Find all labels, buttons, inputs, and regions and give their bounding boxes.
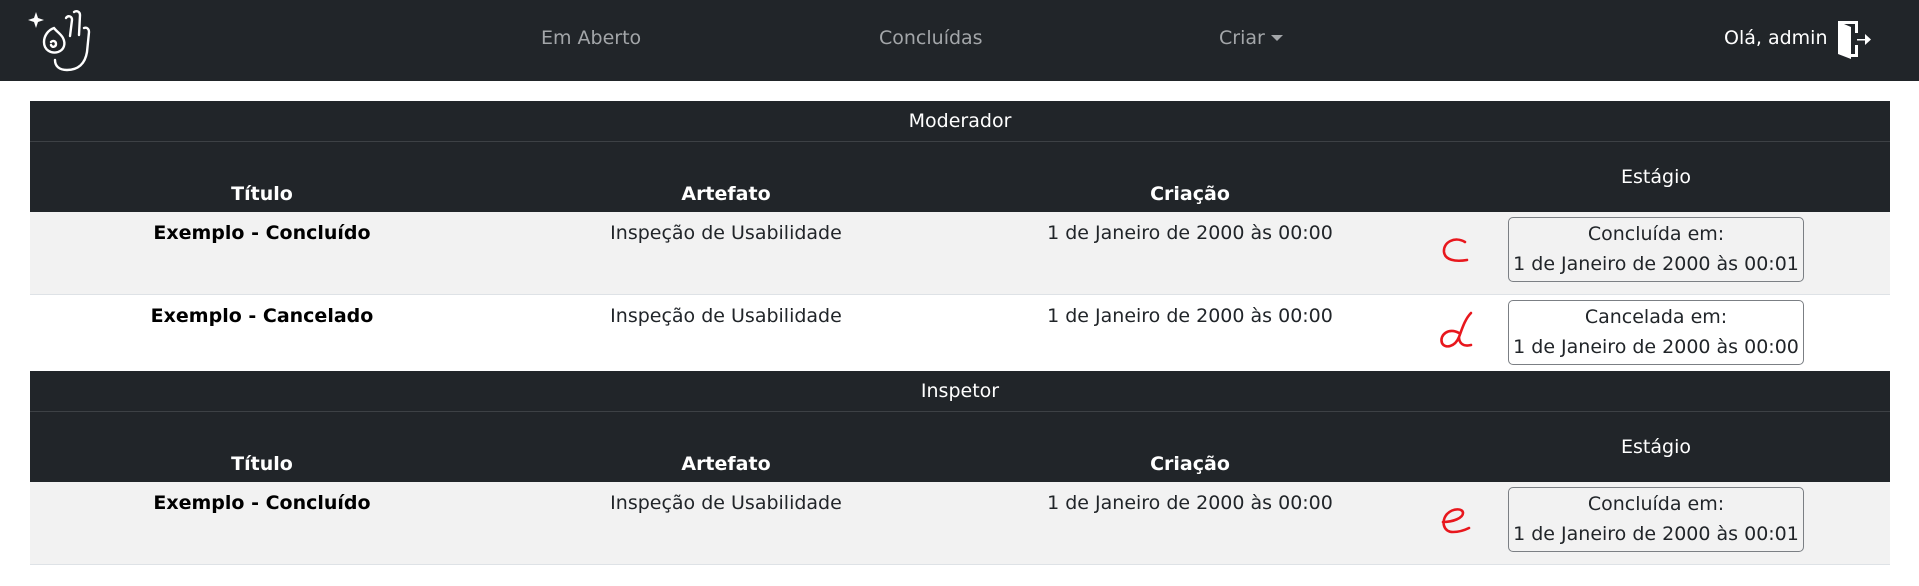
stage-badge: Concluída em: 1 de Janeiro de 2000 às 00… bbox=[1508, 217, 1804, 282]
row-created: 1 de Janeiro de 2000 às 00:00 bbox=[958, 212, 1422, 295]
row-artifact: Inspeção de Usabilidade bbox=[494, 212, 958, 295]
row-title[interactable]: Exemplo - Concluído bbox=[30, 212, 494, 295]
stage-badge: Cancelada em: 1 de Janeiro de 2000 às 00… bbox=[1508, 300, 1804, 365]
row-stage: Concluída em: 1 de Janeiro de 2000 às 00… bbox=[1422, 212, 1891, 295]
handwritten-annotation bbox=[1442, 238, 1469, 263]
table-row[interactable]: Exemplo - Concluído Inspeção de Usabilid… bbox=[30, 212, 1891, 295]
column-header-stage: Estágio bbox=[1422, 141, 1891, 212]
row-artifact: Inspeção de Usabilidade bbox=[494, 482, 958, 565]
inspector-table: Inspetor Título Artefato Criação Estágio… bbox=[30, 371, 1890, 565]
chevron-down-icon bbox=[1270, 35, 1283, 41]
section-title-inspetor: Inspetor bbox=[30, 371, 1890, 412]
row-created: 1 de Janeiro de 2000 às 00:00 bbox=[958, 294, 1422, 378]
row-title[interactable]: Exemplo - Concluído bbox=[30, 482, 494, 565]
column-header-created: Criação bbox=[958, 141, 1422, 212]
stage-badge: Concluída em: 1 de Janeiro de 2000 às 00… bbox=[1508, 487, 1804, 552]
handwritten-annotation bbox=[1441, 508, 1471, 534]
table-row[interactable]: Exemplo - Concluído Inspeção de Usabilid… bbox=[30, 482, 1890, 565]
row-created: 1 de Janeiro de 2000 às 00:00 bbox=[958, 482, 1422, 565]
column-header-artifact: Artefato bbox=[494, 411, 958, 482]
stage-label: Concluída em: bbox=[1587, 223, 1725, 245]
nav-em-aberto[interactable]: Em Aberto bbox=[541, 27, 641, 49]
stage-date: 1 de Janeiro de 2000 às 00:00 bbox=[1513, 336, 1799, 358]
row-stage: Concluída em: 1 de Janeiro de 2000 às 00… bbox=[1422, 482, 1890, 565]
ok-hand-sparkle-icon[interactable] bbox=[28, 6, 96, 74]
row-artifact: Inspeção de Usabilidade bbox=[494, 294, 958, 378]
row-title[interactable]: Exemplo - Cancelado bbox=[30, 294, 494, 378]
column-header-artifact: Artefato bbox=[494, 141, 958, 212]
nav-criar-dropdown[interactable]: Criar bbox=[1219, 27, 1283, 49]
stage-label: Cancelada em: bbox=[1584, 306, 1728, 328]
column-header-stage: Estágio bbox=[1422, 411, 1890, 482]
stage-date: 1 de Janeiro de 2000 às 00:01 bbox=[1513, 523, 1799, 545]
stage-label: Concluída em: bbox=[1587, 493, 1725, 515]
section-title-moderador: Moderador bbox=[30, 101, 1891, 142]
nav-concluidas[interactable]: Concluídas bbox=[879, 27, 983, 49]
top-navbar: Em Aberto Concluídas Criar Olá, admin bbox=[0, 0, 1919, 81]
column-header-title: Título bbox=[30, 141, 494, 212]
user-greeting: Olá, admin bbox=[1724, 27, 1828, 49]
column-header-created: Criação bbox=[958, 411, 1422, 482]
handwritten-annotation bbox=[1440, 311, 1473, 348]
nav-criar-label: Criar bbox=[1219, 27, 1265, 49]
column-header-title: Título bbox=[30, 411, 494, 482]
row-stage: Cancelada em: 1 de Janeiro de 2000 às 00… bbox=[1422, 294, 1891, 378]
moderator-table: Moderador Título Artefato Criação Estági… bbox=[30, 101, 1891, 378]
stage-date: 1 de Janeiro de 2000 às 00:01 bbox=[1513, 253, 1799, 275]
table-row[interactable]: Exemplo - Cancelado Inspeção de Usabilid… bbox=[30, 294, 1891, 378]
door-exit-icon[interactable] bbox=[1836, 18, 1872, 60]
